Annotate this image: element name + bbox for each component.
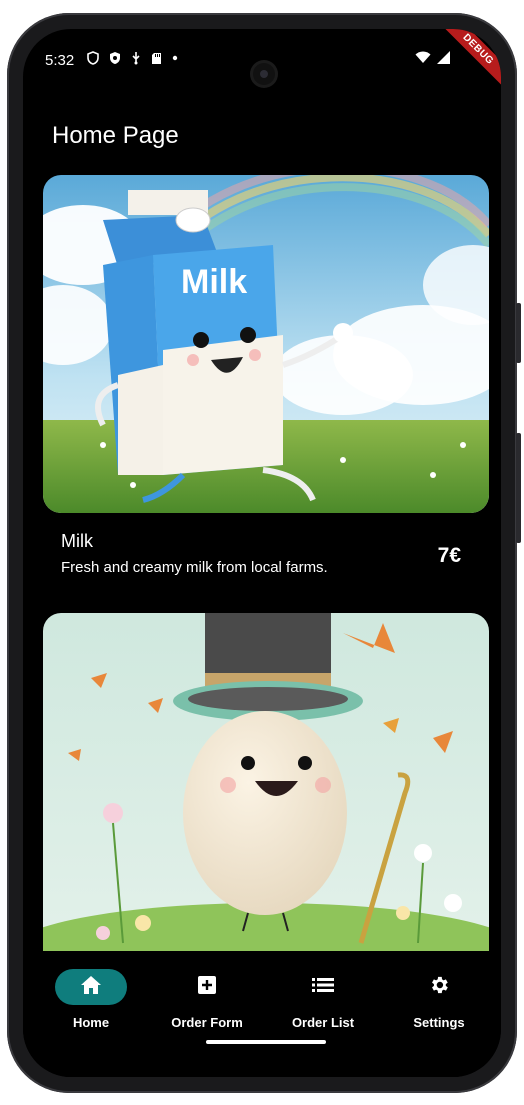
volume-button xyxy=(516,303,521,363)
nav-label-settings: Settings xyxy=(413,1015,465,1030)
gear-icon xyxy=(428,974,450,1001)
wifi-icon xyxy=(415,51,431,69)
nav-pill-order-form[interactable] xyxy=(171,969,243,1005)
nav-label-home: Home xyxy=(72,1015,110,1030)
status-right-icons xyxy=(415,51,451,69)
nav-pill-order-list[interactable] xyxy=(287,969,359,1005)
cellular-icon xyxy=(437,51,451,69)
nav-pill-settings[interactable] xyxy=(403,969,475,1005)
screen: 5:32 DEBUG Home Page Milk Milk Fresh and… xyxy=(23,29,501,1077)
nav-pill-home[interactable] xyxy=(55,969,127,1005)
nav-label-order-list: Order List xyxy=(291,1015,355,1030)
product-name: Milk xyxy=(61,531,93,551)
phone-frame: 5:32 DEBUG Home Page Milk Milk Fresh and… xyxy=(7,13,521,1093)
list-icon xyxy=(312,977,334,998)
product-image-egg[interactable] xyxy=(43,613,489,953)
status-bar: 5:32 DEBUG xyxy=(23,29,501,95)
product-description: Fresh and creamy milk from local farms. xyxy=(61,559,328,576)
product-image-milk[interactable]: Milk xyxy=(43,175,489,513)
nav-item-order-form[interactable]: Order Form xyxy=(152,969,262,1030)
front-camera xyxy=(253,63,275,85)
bottom-navigation: Home Order Form Order List Settings xyxy=(23,951,501,1077)
home-indicator[interactable] xyxy=(206,1040,326,1044)
nav-label-order-form: Order Form xyxy=(171,1015,243,1030)
usb-icon xyxy=(131,51,141,69)
power-button xyxy=(516,433,521,543)
home-icon xyxy=(80,975,102,1000)
page-title: Home Page xyxy=(52,122,179,149)
dot-icon xyxy=(172,51,178,69)
add-box-icon xyxy=(197,975,217,1000)
nav-item-order-list[interactable]: Order List xyxy=(268,969,378,1030)
status-time: 5:32 xyxy=(45,52,75,69)
nav-item-home[interactable]: Home xyxy=(36,969,146,1030)
status-left-icons xyxy=(87,51,178,69)
sd-card-icon xyxy=(151,52,162,69)
shield-outline-icon xyxy=(87,51,99,69)
svg-text:Milk: Milk xyxy=(181,263,247,301)
shield-filled-icon xyxy=(109,51,121,69)
product-price: 7€ xyxy=(437,544,461,567)
nav-item-settings[interactable]: Settings xyxy=(384,969,494,1030)
